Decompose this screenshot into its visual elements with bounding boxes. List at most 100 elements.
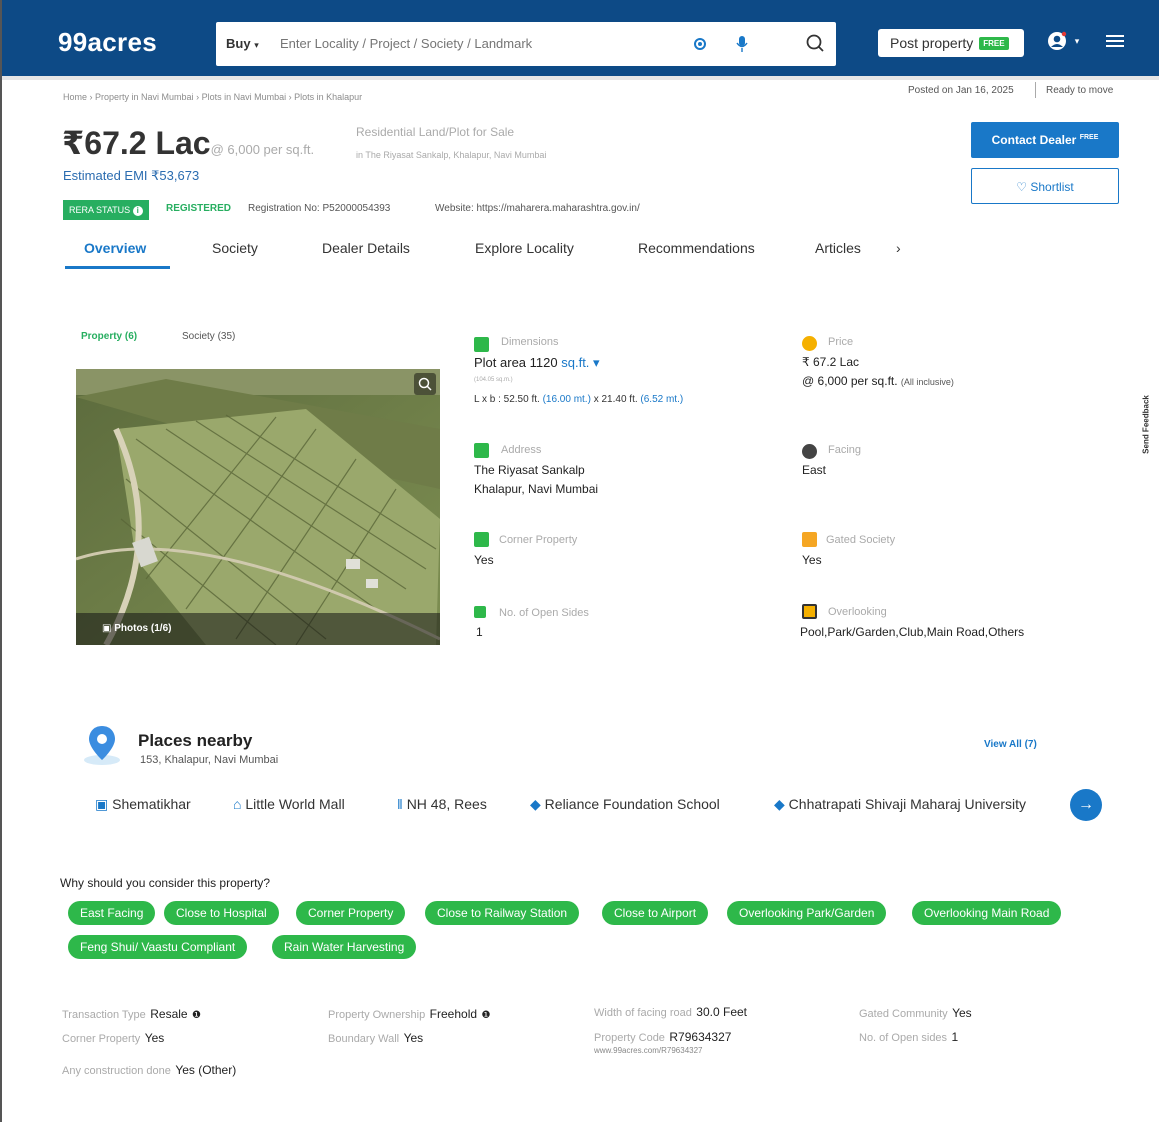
info-icon[interactable]: ❶ (482, 1010, 491, 1021)
rera-status-badge: RERA STATUS i (63, 200, 149, 220)
free-badge: FREE (1079, 134, 1099, 141)
price-per-sqft-detail: @ 6,000 per sq.ft. (All inclusive) (802, 374, 954, 388)
free-badge: FREE (979, 37, 1009, 50)
property-ownership: Property Ownership Freehold ❶ (328, 1007, 491, 1021)
place-item[interactable]: ◆ Reliance Foundation School (530, 796, 720, 813)
corner-property-value: Yes (474, 553, 494, 567)
open-sides-label: No. of Open Sides (499, 607, 589, 619)
price-icon (802, 336, 817, 351)
section-tabs: Overview Society Dealer Details Explore … (62, 232, 962, 272)
overlooking-value: Pool,Park/Garden,Club,Main Road,Others (800, 625, 1025, 639)
info-icon[interactable]: ❶ (192, 1010, 201, 1021)
place-item[interactable]: ‖ NH 48, Rees (397, 796, 487, 812)
address-line1: The Riyasat Sankalp (474, 463, 585, 477)
breadcrumb-item[interactable]: Home (63, 92, 87, 102)
why-consider-title: Why should you consider this property? (60, 876, 271, 890)
plot-dimensions: L x b : 52.50 ft. (16.00 mt.) x 21.40 ft… (474, 394, 684, 405)
open-sides-icon (474, 606, 486, 618)
places-nearby-subtitle: 153, Khalapur, Navi Mumbai (140, 754, 279, 766)
plot-area: Plot area 1120 sq.ft. ▾ (474, 355, 600, 370)
info-icon[interactable]: i (132, 206, 143, 216)
highlight-chip: Close to Railway Station (425, 901, 580, 925)
chevron-down-icon[interactable]: ▾ (1072, 36, 1082, 46)
address-label: Address (501, 444, 542, 456)
contact-dealer-button[interactable]: Contact Dealer FREE (971, 122, 1119, 158)
registration-number: Registration No: P52000054393 (248, 203, 391, 214)
user-account-icon[interactable] (1046, 30, 1068, 52)
breadcrumb-item[interactable]: Plots in Navi Mumbai (202, 92, 287, 102)
highlight-chip: Close to Airport (602, 901, 709, 925)
search-input[interactable] (280, 36, 660, 51)
rera-website[interactable]: Website: https://maharera.maharashtra.go… (435, 203, 640, 214)
logo[interactable]: 99acres (58, 27, 157, 58)
highlight-chip: Overlooking Park/Garden (727, 901, 887, 925)
shopping-bag-icon: ⌂ (233, 796, 242, 812)
photo-caption-bar: ▣ Photos (1/6) (76, 613, 440, 645)
address-icon (474, 443, 489, 458)
place-item[interactable]: ▣ Shematikhar (95, 796, 191, 813)
transaction-type: Transaction Type Resale ❶ (62, 1007, 202, 1021)
place-item[interactable]: ⌂ Little World Mall (233, 796, 345, 812)
unit-dropdown[interactable]: sq.ft. ▾ (561, 355, 599, 370)
road-icon: ‖ (397, 796, 403, 812)
tab-overview[interactable]: Overview (84, 240, 146, 256)
tab-recommendations[interactable]: Recommendations (638, 240, 755, 256)
facing-icon (802, 444, 817, 459)
highlight-chip: Rain Water Harvesting (272, 935, 417, 959)
school-icon: ◆ (774, 796, 785, 812)
possession-status: Ready to move (1046, 85, 1114, 96)
boundary-wall: Boundary Wall Yes (328, 1031, 424, 1045)
search-icon[interactable] (804, 32, 826, 54)
price-per-sqft: @ 6,000 per sq.ft. (210, 142, 315, 157)
search-bar: Buy ▾ (216, 22, 836, 66)
tab-explore-locality[interactable]: Explore Locality (475, 240, 574, 256)
menu-icon[interactable] (1106, 34, 1124, 48)
price-label: Price (828, 336, 854, 348)
open-sides-detail: No. of Open sides 1 (859, 1030, 959, 1044)
dimensions-label: Dimensions (501, 336, 559, 348)
gated-society-label: Gated Society (826, 534, 896, 546)
estimated-emi-link[interactable]: Estimated EMI ₹53,673 (63, 168, 199, 184)
breadcrumb-item[interactable]: Plots in Khalapur (294, 92, 362, 102)
breadcrumb-item[interactable]: Property in Navi Mumbai (95, 92, 194, 102)
property-code: Property Code R79634327 (594, 1030, 732, 1044)
map-pin-icon (82, 722, 122, 766)
search-mode-dropdown[interactable]: Buy ▾ (226, 36, 259, 51)
posted-date: Posted on Jan 16, 2025 (908, 85, 1014, 96)
chevron-right-icon[interactable]: › (896, 240, 901, 256)
view-all-places-link[interactable]: View All (7) (984, 739, 1037, 750)
property-location: in The Riyasat Sankalp, Khalapur, Navi M… (356, 150, 547, 160)
registered-label: REGISTERED (166, 203, 232, 214)
place-item[interactable]: ◆ Chhatrapati Shivaji Maharaj University (774, 796, 1026, 813)
chevron-down-icon: ▾ (254, 40, 259, 50)
gated-society-icon (802, 532, 817, 547)
photos-property-tab[interactable]: Property (6) (81, 331, 137, 342)
price-value: ₹ 67.2 Lac (802, 355, 860, 369)
send-feedback-tab[interactable]: Send Feedback (1142, 385, 1151, 465)
shortlist-button[interactable]: ♡ Shortlist (971, 168, 1119, 204)
property-type: Residential Land/Plot for Sale (356, 125, 515, 139)
post-property-button[interactable]: Post property FREE (878, 29, 1024, 57)
corner-property-detail: Corner Property Yes (62, 1031, 165, 1045)
active-tab-indicator (65, 266, 170, 269)
bus-icon: ▣ (95, 796, 109, 812)
tab-dealer-details[interactable]: Dealer Details (322, 240, 410, 256)
photos-society-tab[interactable]: Society (35) (182, 331, 235, 342)
property-code-url[interactable]: www.99acres.com/R79634327 (594, 1046, 703, 1055)
highlight-chip: Corner Property (296, 901, 406, 925)
location-icon[interactable] (692, 36, 708, 52)
property-photo[interactable]: ▣ Photos (1/6) (76, 369, 440, 645)
facing-road-width: Width of facing road 30.0 Feet (594, 1005, 747, 1019)
aerial-plot-image (76, 369, 440, 645)
tab-articles[interactable]: Articles (815, 240, 861, 256)
microphone-icon[interactable] (734, 35, 750, 53)
breadcrumb: Home › Property in Navi Mumbai › Plots i… (63, 92, 363, 102)
tab-society[interactable]: Society (212, 240, 258, 256)
photos-counter[interactable]: ▣ Photos (1/6) (102, 623, 171, 634)
zoom-icon[interactable] (414, 373, 436, 395)
dimensions-icon (474, 337, 489, 352)
top-header: 99acres Buy ▾ Post propertyFREE ▾ (2, 0, 1159, 80)
scroll-right-arrow-icon[interactable]: → (1070, 789, 1102, 821)
highlight-chip: Close to Hospital (164, 901, 279, 925)
gated-community: Gated Community Yes (859, 1006, 972, 1020)
